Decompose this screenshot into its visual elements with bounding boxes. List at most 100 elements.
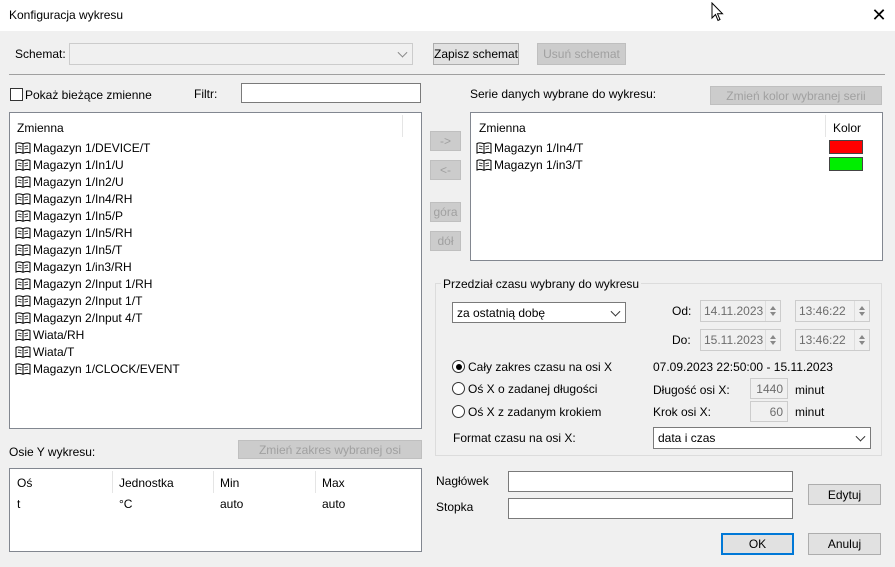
footer-input[interactable] <box>508 498 793 519</box>
radio-axis-step[interactable] <box>452 405 465 418</box>
column-separator <box>402 115 403 137</box>
list-item[interactable]: Wiata/RH <box>15 326 84 343</box>
radio-full-range[interactable] <box>452 360 465 373</box>
series-color-column-header[interactable]: Kolor <box>833 121 861 135</box>
list-item[interactable]: Magazyn 2/Input 1/RH <box>15 275 152 292</box>
delete-schema-button[interactable]: Usuń schemat <box>537 43 626 65</box>
y-axis-column-unit[interactable]: Jednostka <box>119 476 174 490</box>
cancel-button[interactable]: Anuluj <box>808 533 881 555</box>
radio-axis-length-label: Oś X o zadanej długości <box>468 382 598 396</box>
radio-axis-length[interactable] <box>452 382 465 395</box>
axis-length-input[interactable]: 1440 <box>750 378 788 399</box>
close-icon[interactable]: ✕ <box>866 3 892 27</box>
remove-series-button[interactable]: <- <box>430 160 461 180</box>
save-schema-button[interactable]: Zapisz schemat <box>433 43 519 65</box>
chevron-down-icon <box>855 431 866 442</box>
list-item[interactable]: Magazyn 2/Input 1/T <box>15 292 142 309</box>
book-icon <box>15 311 31 324</box>
spinner-icon[interactable] <box>765 301 780 321</box>
time-preset-select[interactable]: za ostatnią dobę <box>452 302 626 323</box>
to-time-input[interactable]: 13:46:22 <box>795 329 870 351</box>
change-color-button[interactable]: Zmień kolor wybranej serii <box>710 86 882 105</box>
list-item[interactable]: Magazyn 1/In5/T <box>15 241 122 258</box>
y-axes-label: Osie Y wykresu: <box>9 445 96 459</box>
list-item-label: Magazyn 1/In2/U <box>33 174 124 189</box>
series-item-label: Magazyn 1/in3/T <box>494 157 583 172</box>
selected-series-list[interactable]: Zmienna Kolor Magazyn 1/In4/T Magazyn 1/i… <box>470 112 883 261</box>
window-title: Konfiguracja wykresu <box>9 8 124 22</box>
list-item-label: Wiata/RH <box>33 327 85 342</box>
move-up-button[interactable]: góra <box>430 202 461 222</box>
list-item-label: Magazyn 1/in3/RH <box>33 259 132 274</box>
book-icon <box>15 260 31 273</box>
y-axis-cell-axis: t <box>17 497 21 511</box>
header-label: Nagłówek <box>436 474 489 488</box>
series-variable-column-header[interactable]: Zmienna <box>479 121 526 135</box>
chevron-down-icon <box>610 306 621 317</box>
list-item[interactable]: Magazyn 1/in3/RH <box>15 258 132 275</box>
y-axis-cell-max: auto <box>322 497 346 511</box>
axis-step-input[interactable]: 60 <box>750 401 788 422</box>
list-item-label: Magazyn 1/In5/T <box>33 242 123 257</box>
book-icon <box>15 158 31 171</box>
to-time-value: 13:46:22 <box>799 333 846 347</box>
book-icon <box>15 328 31 341</box>
selected-series-label: Serie danych wybrane do wykresu: <box>470 87 657 101</box>
y-axis-cell-unit: °C <box>119 497 133 511</box>
ok-button[interactable]: OK <box>721 533 794 555</box>
list-item[interactable]: Magazyn 1/CLOCK/EVENT <box>15 360 180 377</box>
radio-full-range-label: Cały zakres czasu na osi X <box>468 360 613 374</box>
list-item[interactable]: Magazyn 1/In2/U <box>15 173 124 190</box>
change-axis-range-button[interactable]: Zmień zakres wybranej osi <box>238 440 422 459</box>
move-down-button[interactable]: dół <box>430 231 461 251</box>
list-item[interactable]: Magazyn 1/In1/U <box>15 156 124 173</box>
from-date-input[interactable]: 14.11.2023 <box>700 300 781 322</box>
title-bar <box>0 0 895 31</box>
list-item-label: Magazyn 1/DEVICE/T <box>33 140 151 155</box>
y-axis-column-os[interactable]: Oś <box>17 476 32 490</box>
series-item[interactable]: Magazyn 1/in3/T <box>476 156 583 173</box>
spinner-icon[interactable] <box>854 330 869 350</box>
series-color-swatch[interactable] <box>829 157 863 171</box>
y-axes-list[interactable]: Oś Jednostka Min Max t °C auto auto <box>9 468 422 552</box>
schema-select[interactable] <box>69 43 413 65</box>
filter-input[interactable] <box>241 83 421 103</box>
list-item[interactable]: Magazyn 1/In5/P <box>15 207 123 224</box>
book-icon <box>15 362 31 375</box>
list-item[interactable]: Magazyn 1/In5/RH <box>15 224 132 241</box>
time-format-select[interactable]: data i czas <box>653 427 871 449</box>
header-input[interactable] <box>508 471 793 492</box>
column-separator <box>213 471 214 493</box>
list-item-label: Magazyn 1/CLOCK/EVENT <box>33 361 180 376</box>
list-item-label: Magazyn 1/In5/RH <box>33 225 133 240</box>
mouse-cursor-icon <box>711 2 724 22</box>
list-item[interactable]: Magazyn 1/In4/RH <box>15 190 132 207</box>
chevron-down-icon <box>397 47 408 58</box>
from-time-input[interactable]: 13:46:22 <box>795 300 870 322</box>
series-color-swatch[interactable] <box>829 140 863 154</box>
list-item[interactable]: Magazyn 2/Input 4/T <box>15 309 142 326</box>
list-item-label: Magazyn 2/Input 1/T <box>33 293 143 308</box>
y-axis-column-max[interactable]: Max <box>322 476 345 490</box>
edit-button[interactable]: Edytuj <box>808 484 881 505</box>
time-format-label: Format czasu na osi X: <box>453 431 576 445</box>
add-series-button[interactable]: -> <box>430 131 461 151</box>
to-date-value: 15.11.2023 <box>704 333 764 347</box>
list-item-label: Magazyn 1/In5/P <box>33 208 124 223</box>
book-icon <box>15 243 31 256</box>
variables-column-header[interactable]: Zmienna <box>17 121 64 135</box>
axis-step-label: Krok osi X: <box>653 405 712 419</box>
y-axis-column-min[interactable]: Min <box>220 476 239 490</box>
list-item[interactable]: Magazyn 1/DEVICE/T <box>15 139 150 156</box>
time-format-value: data i czas <box>658 431 716 445</box>
to-date-input[interactable]: 15.11.2023 <box>700 329 781 351</box>
book-icon <box>476 158 492 171</box>
variables-list[interactable]: Zmienna Magazyn 1/DEVICE/T Magazyn 1/In1/… <box>9 112 422 429</box>
show-current-checkbox[interactable] <box>10 88 23 101</box>
spinner-icon[interactable] <box>854 301 869 321</box>
series-item[interactable]: Magazyn 1/In4/T <box>476 139 583 156</box>
list-item[interactable]: Wiata/T <box>15 343 74 360</box>
book-icon <box>15 277 31 290</box>
axis-length-label: Długość osi X: <box>653 383 730 397</box>
spinner-icon[interactable] <box>765 330 780 350</box>
